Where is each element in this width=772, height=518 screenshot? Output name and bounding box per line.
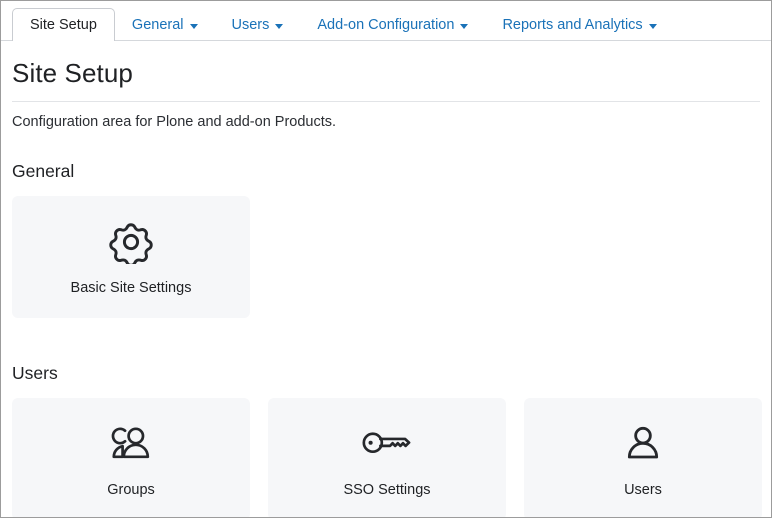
chevron-down-icon bbox=[189, 23, 198, 29]
card-label: SSO Settings bbox=[343, 482, 431, 498]
card-groups[interactable]: Groups bbox=[12, 398, 250, 517]
user-icon bbox=[623, 420, 663, 468]
card-grid: Basic Site Settings bbox=[12, 196, 760, 318]
section-general: General Basic Site Settings bbox=[12, 161, 760, 318]
tab-label: Site Setup bbox=[30, 17, 97, 33]
card-grid: Groups SSO Settings Users bbox=[12, 398, 762, 517]
chevron-down-icon bbox=[275, 23, 284, 29]
card-label: Users bbox=[624, 482, 662, 498]
tab-label: General bbox=[131, 17, 184, 33]
main-navigation-tabs: Site Setup General Users Add-on Configur… bbox=[1, 1, 771, 42]
page-description: Configuration area for Plone and add-on … bbox=[12, 114, 337, 130]
tab-label: Add-on Configuration bbox=[317, 17, 455, 33]
tab-label: Reports and Analytics bbox=[502, 17, 643, 33]
key-icon bbox=[361, 420, 413, 468]
page-title: Site Setup bbox=[12, 58, 133, 88]
main-content: Site Setup Configuration area for Plone … bbox=[1, 58, 771, 517]
browser-content-frame: Site Setup General Users Add-on Configur… bbox=[0, 0, 772, 518]
gear-icon bbox=[109, 218, 153, 266]
tab-users[interactable]: Users bbox=[215, 8, 301, 41]
card-users[interactable]: Users bbox=[524, 398, 762, 517]
users-group-icon bbox=[107, 420, 155, 468]
section-heading: General bbox=[12, 161, 75, 181]
tab-general[interactable]: General bbox=[115, 8, 215, 41]
title-divider bbox=[12, 101, 760, 102]
card-label: Basic Site Settings bbox=[70, 280, 192, 296]
chevron-down-icon bbox=[648, 23, 657, 29]
tab-site-setup[interactable]: Site Setup bbox=[12, 8, 115, 42]
section-users: Users Groups SSO Settings Users bbox=[12, 363, 762, 517]
card-basic-site-settings[interactable]: Basic Site Settings bbox=[12, 196, 250, 318]
tab-addon-configuration[interactable]: Add-on Configuration bbox=[300, 8, 485, 41]
card-label: Groups bbox=[107, 482, 155, 498]
chevron-down-icon bbox=[460, 23, 469, 29]
tab-label: Users bbox=[231, 17, 270, 33]
tab-reports-and-analytics[interactable]: Reports and Analytics bbox=[485, 8, 673, 41]
section-heading: Users bbox=[12, 363, 58, 383]
card-sso-settings[interactable]: SSO Settings bbox=[268, 398, 506, 517]
